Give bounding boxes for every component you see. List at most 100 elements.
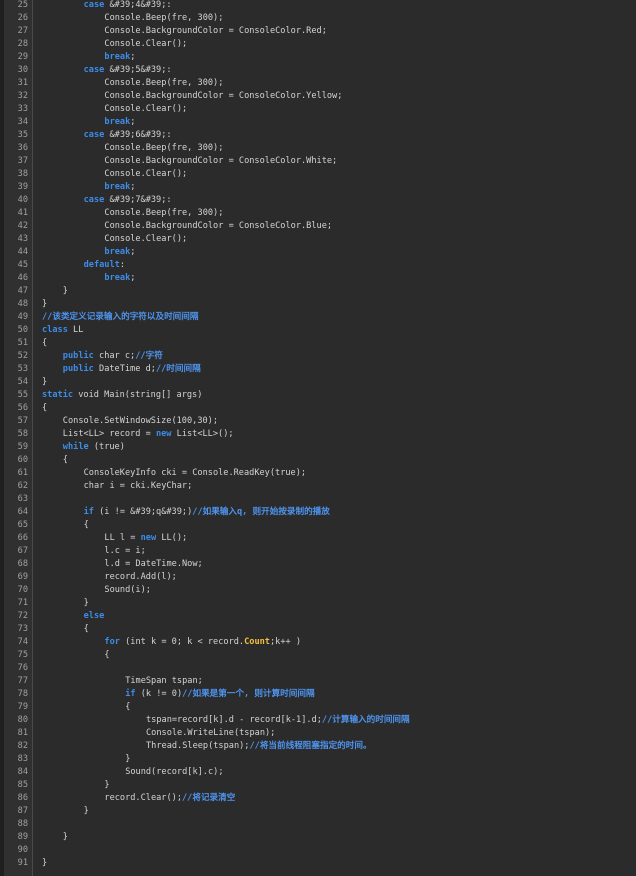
code-line[interactable]: 29 break; — [0, 51, 636, 64]
code-line[interactable]: 39 break; — [0, 181, 636, 194]
code-line[interactable]: 28 Console.Clear(); — [0, 38, 636, 51]
code-line[interactable]: 40 case &#39;7&#39;: — [0, 194, 636, 207]
code-line[interactable]: 48} — [0, 298, 636, 311]
code-line[interactable]: 71} — [0, 597, 636, 610]
code-line[interactable]: 73 { — [0, 623, 636, 636]
code-line[interactable]: 72 else — [0, 610, 636, 623]
code-line[interactable]: 32 Console.BackgroundColor = ConsoleColor… — [0, 90, 636, 103]
code-line[interactable]: 45 default: — [0, 259, 636, 272]
code-line[interactable]: 62 char i = cki.KeyChar; — [0, 480, 636, 493]
line-number: 36 — [17, 143, 28, 153]
code-token: Sound(i); — [104, 585, 151, 595]
line-number: 26 — [17, 13, 28, 23]
line-number: 53 — [17, 364, 28, 374]
code-token: char i = cki.KeyChar; — [83, 481, 193, 491]
code-line[interactable]: 69 record.Add(l); — [0, 571, 636, 584]
code-line[interactable]: 53 public DateTime d;//时间间隔 — [0, 363, 636, 376]
code-line[interactable]: 47} — [0, 285, 636, 298]
line-number: 27 — [17, 26, 28, 36]
code-line[interactable]: 84 Sound(record[k].c); — [0, 766, 636, 779]
code-line[interactable]: 60 { — [0, 454, 636, 467]
code-line[interactable]: 42 Console.BackgroundColor = ConsoleColor… — [0, 220, 636, 233]
line-number: 33 — [17, 104, 28, 114]
code-line[interactable]: 64 if (i != &#39;q&#39;)//如果输入q, 则开始按录制的播… — [0, 506, 636, 519]
code-line[interactable]: 76 — [0, 662, 636, 675]
code-line[interactable]: 87} — [0, 805, 636, 818]
code-text: Console.Clear(); — [104, 233, 187, 246]
line-number: 43 — [17, 234, 28, 244]
code-lines[interactable]: 25 case &#39;4&#39;: 26 Console.Beep(fre, 3… — [0, 0, 636, 870]
comment-token: //字符 — [135, 351, 163, 361]
code-line[interactable]: 74 for (int k = 0; k < record.Count;k++ ) — [0, 636, 636, 649]
code-line[interactable]: 91} — [0, 857, 636, 870]
code-token: Sound(record[k].c); — [125, 767, 224, 777]
code-line[interactable]: 77 TimeSpan tspan; — [0, 675, 636, 688]
line-number: 57 — [17, 416, 28, 426]
code-line[interactable]: 33 Console.Clear(); — [0, 103, 636, 116]
code-line[interactable]: 88 — [0, 818, 636, 831]
code-line[interactable]: 46 break; — [0, 272, 636, 285]
code-line[interactable]: 83} — [0, 753, 636, 766]
code-line[interactable]: 56 { — [0, 402, 636, 415]
code-line[interactable]: 49 //该类定义记录输入的字符以及时间间隔 — [0, 311, 636, 324]
code-text: { — [84, 519, 89, 532]
code-line[interactable]: 55 static void Main(string[] args) — [0, 389, 636, 402]
code-token: Thread.Sleep(tspan); — [146, 741, 250, 751]
code-line[interactable]: 86 record.Clear();//将记录清空 — [0, 792, 636, 805]
code-line[interactable]: 27 Console.BackgroundColor = ConsoleColor… — [0, 25, 636, 38]
code-line[interactable]: 79 { — [0, 701, 636, 714]
code-line[interactable]: 51 { — [0, 337, 636, 350]
code-line[interactable]: 25 case &#39;4&#39;: — [0, 0, 636, 12]
code-text: case &#39;5&#39;: — [84, 64, 172, 77]
code-line[interactable]: 81 Console.WriteLine(tspan); — [0, 727, 636, 740]
code-line[interactable]: 31 Console.Beep(fre, 300); — [0, 77, 636, 90]
code-line[interactable]: 50 class LL — [0, 324, 636, 337]
code-line[interactable]: 67 l.c = i; — [0, 545, 636, 558]
code-line[interactable]: 75 { — [0, 649, 636, 662]
line-number: 62 — [17, 481, 28, 491]
code-text: { — [42, 337, 47, 350]
code-token: char c; — [93, 351, 136, 361]
code-line[interactable]: 34 break; — [0, 116, 636, 129]
code-token: : — [119, 260, 125, 270]
code-line[interactable]: 59 while (true) — [0, 441, 636, 454]
code-text: List<LL> record = new List<LL>(); — [63, 428, 234, 441]
code-editor[interactable]: 25 case &#39;4&#39;: 26 Console.Beep(fre, 3… — [0, 0, 636, 876]
code-text: case &#39;7&#39;: — [84, 194, 172, 207]
code-line[interactable]: 80 tspan=record[k].d - record[k-1].d;//计算… — [0, 714, 636, 727]
code-line[interactable]: 41 Console.Beep(fre, 300); — [0, 207, 636, 220]
code-token: } — [42, 377, 48, 387]
code-line[interactable]: 43 Console.Clear(); — [0, 233, 636, 246]
code-line[interactable]: 35 case &#39;6&#39;: — [0, 129, 636, 142]
line-number: 64 — [17, 507, 28, 517]
code-line[interactable]: 52 public char c;//字符 — [0, 350, 636, 363]
line-number: 90 — [17, 845, 28, 855]
line-number: 86 — [17, 793, 28, 803]
code-line[interactable]: 37 Console.BackgroundColor = ConsoleColor… — [0, 155, 636, 168]
code-line[interactable]: 61 ConsoleKeyInfo cki = Console.ReadKey(t… — [0, 467, 636, 480]
code-line[interactable]: 89} — [0, 831, 636, 844]
code-line[interactable]: 57 Console.SetWindowSize(100,30); — [0, 415, 636, 428]
code-token: ; — [130, 273, 136, 283]
code-line[interactable]: 63 — [0, 493, 636, 506]
code-line[interactable]: 70 Sound(i); — [0, 584, 636, 597]
code-line[interactable]: 85} — [0, 779, 636, 792]
code-token: ; — [130, 247, 136, 257]
code-line[interactable]: 58 List<LL> record = new List<LL>(); — [0, 428, 636, 441]
code-line[interactable]: 66 LL l = new LL(); — [0, 532, 636, 545]
code-line[interactable]: 68 l.d = DateTime.Now; — [0, 558, 636, 571]
code-line[interactable]: 78 if (k != 0)//如果是第一个, 则计算时间间隔 — [0, 688, 636, 701]
code-line[interactable]: 54} — [0, 376, 636, 389]
code-line[interactable]: 26 Console.Beep(fre, 300); — [0, 12, 636, 25]
code-line[interactable]: 90 — [0, 844, 636, 857]
code-line[interactable]: 65 { — [0, 519, 636, 532]
code-line[interactable]: 38 Console.Clear(); — [0, 168, 636, 181]
code-token: { — [42, 403, 48, 413]
code-line[interactable]: 36 Console.Beep(fre, 300); — [0, 142, 636, 155]
code-token: (int k = 0; k < record. — [119, 637, 245, 647]
code-text: record.Add(l); — [104, 571, 176, 584]
code-text: { — [42, 402, 47, 415]
code-line[interactable]: 44 break; — [0, 246, 636, 259]
code-line[interactable]: 82 Thread.Sleep(tspan);//将当前线程阻塞指定的时间。 — [0, 740, 636, 753]
code-line[interactable]: 30 case &#39;5&#39;: — [0, 64, 636, 77]
